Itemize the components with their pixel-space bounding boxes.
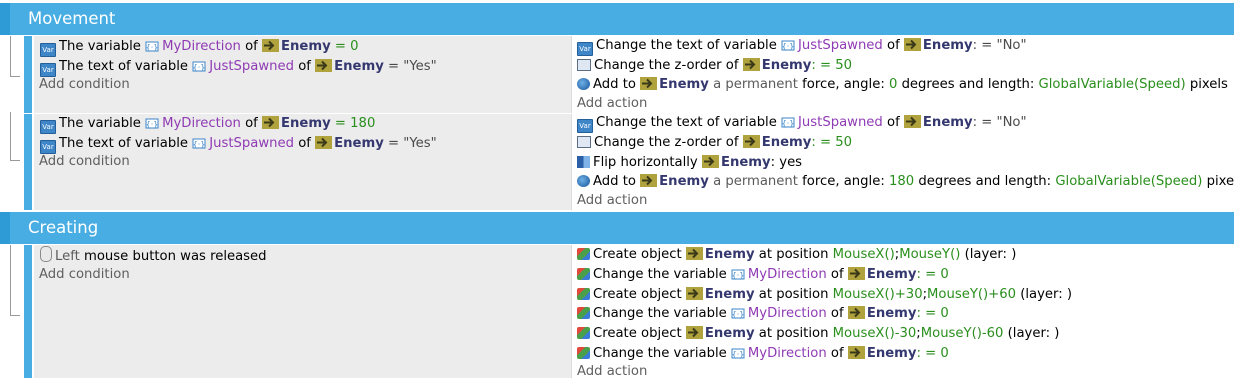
object-arrow-icon <box>742 58 760 71</box>
svg-text:{·}: {·} <box>732 310 745 319</box>
variable-small-icon: {·} <box>731 346 745 359</box>
actions-panel[interactable]: Create object Enemy at position MouseX()… <box>571 245 1234 379</box>
group-header-movement[interactable]: Movement <box>0 3 1234 35</box>
tree-branch <box>10 160 20 161</box>
conditions-panel[interactable]: Var The variable {·} MyDirection of Enemy … <box>34 114 571 210</box>
add-condition-link[interactable]: Add condition <box>39 152 130 172</box>
force-icon <box>577 175 590 187</box>
action-change-zorder[interactable]: Change the z-order of Enemy: = 50 <box>577 133 852 153</box>
object-arrow-icon <box>315 136 333 149</box>
object-arrow-icon <box>640 174 658 187</box>
object-arrow-icon <box>685 326 703 339</box>
object-arrow-icon <box>701 155 719 168</box>
object-arrow-icon <box>742 135 760 148</box>
actions-panel[interactable]: Var Change the text of variable {·} JustSp… <box>571 36 1234 113</box>
variable-icon: Var <box>577 119 593 133</box>
variable-small-icon: {·} <box>781 115 795 128</box>
svg-text:{·}: {·} <box>146 43 159 52</box>
conditions-panel[interactable]: Var The variable {·} MyDirection of Enemy … <box>34 36 571 113</box>
create-object-icon <box>577 288 590 300</box>
object-arrow-icon <box>315 59 333 72</box>
tree-line <box>10 245 21 315</box>
action-change-variable[interactable]: Change the variable {·} MyDirection of En… <box>577 344 949 364</box>
group-title: Creating <box>28 218 99 237</box>
add-action-link[interactable]: Add action <box>577 191 647 211</box>
variable-small-icon: {·} <box>145 116 159 129</box>
condition-text-variable[interactable]: Var The text of variable {·} JustSpawned o… <box>40 134 437 154</box>
action-flip-horizontally[interactable]: Flip horizontally Enemy: yes <box>577 153 802 173</box>
actions-panel[interactable]: Var Change the text of variable {·} JustSp… <box>571 114 1234 210</box>
svg-text:{·}: {·} <box>146 120 159 129</box>
variable-small-icon: {·} <box>192 136 206 149</box>
object-arrow-icon <box>685 247 703 260</box>
mouse-icon <box>40 246 52 262</box>
condition-variable[interactable]: Var The variable {·} MyDirection of Enemy … <box>40 37 359 57</box>
add-action-link[interactable]: Add action <box>577 94 647 114</box>
variable-icon: Var <box>577 42 593 56</box>
object-arrow-icon <box>903 38 921 51</box>
variable-small-icon: {·} <box>731 267 745 280</box>
create-object-icon <box>577 347 590 359</box>
svg-text:{·}: {·} <box>732 350 745 359</box>
condition-text-variable[interactable]: Var The text of variable {·} JustSpawned o… <box>40 57 437 77</box>
svg-text:{·}: {·} <box>782 42 795 51</box>
condition-mouse-released[interactable]: Left mouse button was released <box>40 246 267 266</box>
group-header-creating[interactable]: Creating <box>0 212 1234 244</box>
event-selection-bar[interactable] <box>24 36 32 113</box>
action-create-object[interactable]: Create object Enemy at position MouseX()… <box>577 245 1016 265</box>
event-selection-bar[interactable] <box>24 114 32 210</box>
event-3[interactable]: Left mouse button was released Add condi… <box>0 245 1234 379</box>
variable-small-icon: {·} <box>781 38 795 51</box>
action-create-object[interactable]: Create object Enemy at position MouseX()… <box>577 324 1059 344</box>
action-change-variable[interactable]: Change the variable {·} MyDirection of En… <box>577 304 949 324</box>
create-object-icon <box>577 327 590 339</box>
create-object-icon <box>577 307 590 319</box>
action-change-variable[interactable]: Change the variable {·} MyDirection of En… <box>577 265 949 285</box>
group-title: Movement <box>28 9 116 28</box>
variable-icon: Var <box>40 43 56 57</box>
add-condition-link[interactable]: Add condition <box>39 265 130 285</box>
object-arrow-icon <box>847 267 865 280</box>
event-selection-bar[interactable] <box>24 245 32 378</box>
object-arrow-icon <box>903 115 921 128</box>
event-1[interactable]: Var The variable {·} MyDirection of Enemy … <box>0 36 1234 113</box>
variable-small-icon: {·} <box>192 59 206 72</box>
svg-text:{·}: {·} <box>782 119 795 128</box>
object-arrow-icon <box>847 306 865 319</box>
action-create-object[interactable]: Create object Enemy at position MouseX()… <box>577 285 1072 305</box>
event-2[interactable]: Var The variable {·} MyDirection of Enemy … <box>0 112 1234 210</box>
action-add-force[interactable]: Add to Enemy a permanent force, angle: 0… <box>577 75 1228 95</box>
action-change-zorder[interactable]: Change the z-order of Enemy: = 50 <box>577 56 852 76</box>
variable-icon: Var <box>40 120 56 134</box>
action-add-force[interactable]: Add to Enemy a permanent force, angle: 1… <box>577 172 1234 192</box>
force-icon <box>577 78 590 90</box>
variable-small-icon: {·} <box>731 306 745 319</box>
create-object-icon <box>577 268 590 280</box>
add-condition-link[interactable]: Add condition <box>39 75 130 95</box>
create-object-icon <box>577 248 590 260</box>
tree-line <box>10 36 21 76</box>
conditions-panel[interactable]: Left mouse button was released Add condi… <box>34 245 571 378</box>
tree-branch <box>10 76 20 77</box>
action-change-text[interactable]: Var Change the text of variable {·} JustSp… <box>577 36 1027 56</box>
object-arrow-icon <box>847 346 865 359</box>
svg-text:{·}: {·} <box>732 271 745 280</box>
zorder-icon <box>577 59 591 71</box>
action-change-text[interactable]: Var Change the text of variable {·} JustSp… <box>577 113 1027 133</box>
object-arrow-icon <box>640 77 658 90</box>
svg-text:{·}: {·} <box>193 140 206 149</box>
zorder-icon <box>577 136 591 148</box>
flip-icon <box>577 156 590 168</box>
object-arrow-icon <box>262 116 280 129</box>
tree-branch <box>10 315 20 316</box>
add-action-link[interactable]: Add action <box>577 362 647 382</box>
object-arrow-icon <box>685 287 703 300</box>
svg-text:{·}: {·} <box>193 63 206 72</box>
condition-variable[interactable]: Var The variable {·} MyDirection of Enemy … <box>40 114 375 134</box>
tree-line <box>10 112 21 160</box>
variable-small-icon: {·} <box>145 39 159 52</box>
object-arrow-icon <box>262 39 280 52</box>
